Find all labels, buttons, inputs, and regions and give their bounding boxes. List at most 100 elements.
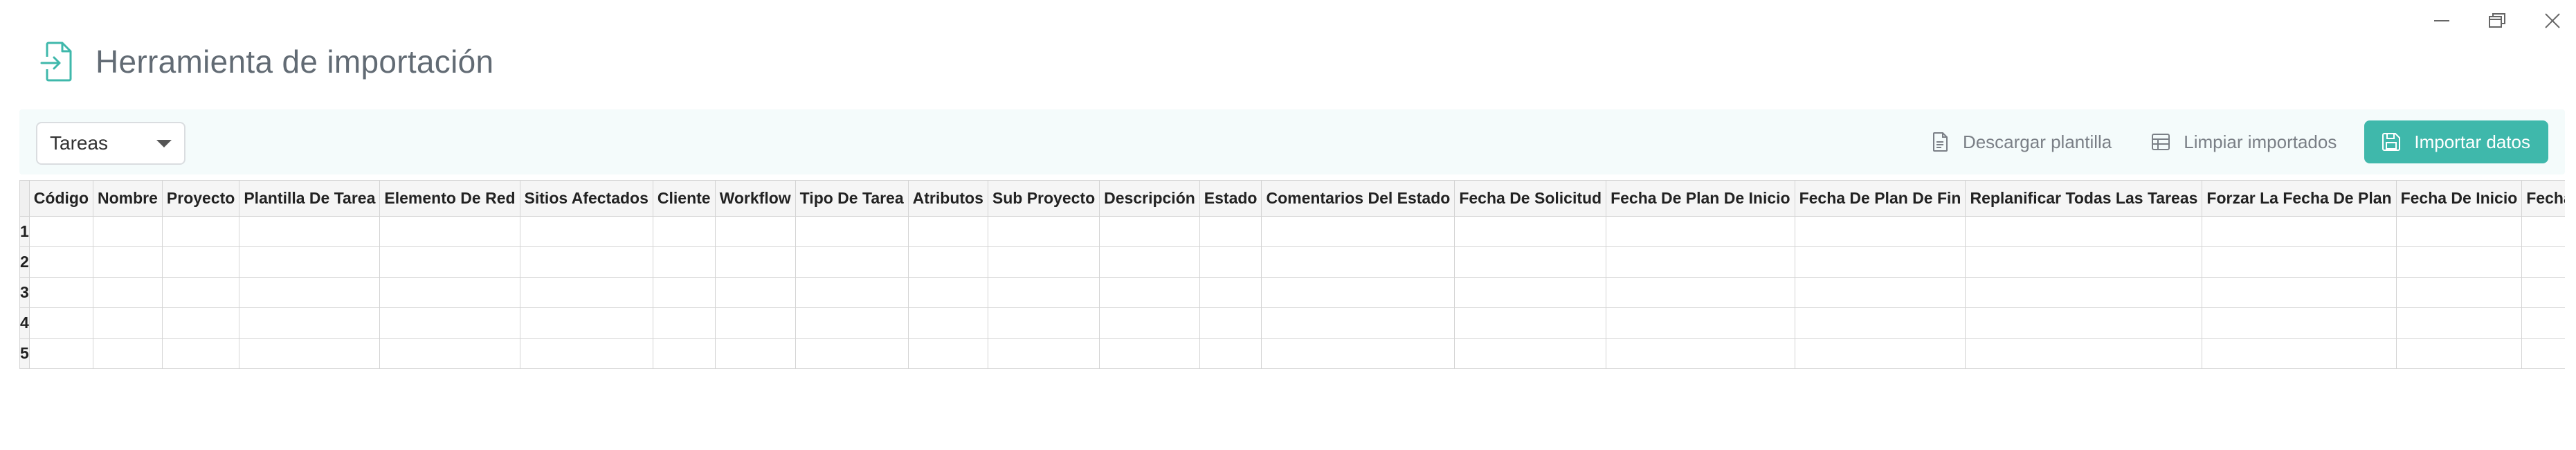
grid-cell[interactable] [987,338,1100,369]
grid-cell[interactable] [652,307,716,339]
grid-cell[interactable] [1099,277,1200,308]
grid-cell[interactable] [1454,216,1607,247]
grid-cell[interactable] [795,277,909,308]
column-header[interactable]: Elemento De Red [379,180,520,217]
grid-cell[interactable] [2395,338,2523,369]
close-button[interactable] [2534,7,2570,35]
grid-cell[interactable] [1965,338,2203,369]
grid-cell[interactable] [379,338,520,369]
grid-cell[interactable] [2395,216,2523,247]
column-header[interactable]: Fecha De Plan De Fin [1794,180,1966,217]
grid-cell[interactable] [93,338,163,369]
grid-cell[interactable] [161,338,240,369]
grid-cell[interactable] [1606,307,1795,339]
column-header[interactable]: Tipo De Tarea [795,180,909,217]
grid-cell[interactable] [714,307,796,339]
column-header[interactable]: Fecha De Inicio [2395,180,2523,217]
grid-cell[interactable] [519,307,653,339]
column-header[interactable]: Plantilla De Tarea [239,180,381,217]
grid-cell[interactable] [93,307,163,339]
grid-cell[interactable] [1794,246,1966,278]
grid-cell[interactable] [1199,246,1262,278]
grid-cell[interactable] [161,307,240,339]
column-header[interactable]: Estado [1199,180,1262,217]
grid-cell[interactable] [795,246,909,278]
row-header[interactable]: 1 [19,216,30,247]
corner-cell[interactable] [19,180,30,217]
grid-cell[interactable] [519,246,653,278]
grid-cell[interactable] [379,246,520,278]
grid-cell[interactable] [1794,216,1966,247]
grid-cell[interactable] [1261,338,1455,369]
column-header[interactable]: Replanificar Todas Las Tareas [1965,180,2203,217]
grid-cell[interactable] [1099,246,1200,278]
grid-cell[interactable] [519,277,653,308]
grid-cell[interactable] [1965,246,2203,278]
grid-cell[interactable] [2521,216,2565,247]
grid-cell[interactable] [714,277,796,308]
grid-cell[interactable] [2395,277,2523,308]
grid-cell[interactable] [907,277,988,308]
grid-cell[interactable] [1454,246,1607,278]
grid-cell[interactable] [1261,216,1455,247]
column-header[interactable]: Sub Proyecto [987,180,1100,217]
grid-cell[interactable] [1794,307,1966,339]
grid-cell[interactable] [1199,338,1262,369]
grid-cell[interactable] [28,246,94,278]
grid-cell[interactable] [1606,246,1795,278]
grid-cell[interactable] [2521,338,2565,369]
grid-cell[interactable] [1199,307,1262,339]
download-template-button[interactable]: Descargar plantilla [1919,120,2123,163]
grid-cell[interactable] [2521,246,2565,278]
grid-cell[interactable] [1261,277,1455,308]
grid-cell[interactable] [2202,216,2397,247]
grid-cell[interactable] [1606,216,1795,247]
column-header[interactable]: Fecha De Solicitud [1454,180,1607,217]
grid-cell[interactable] [652,277,716,308]
grid-cell[interactable] [239,216,381,247]
grid-cell[interactable] [714,246,796,278]
grid-cell[interactable] [1099,338,1200,369]
entity-type-select[interactable]: Tareas [36,122,185,165]
grid-cell[interactable] [1454,277,1607,308]
grid-cell[interactable] [2202,277,2397,308]
grid-cell[interactable] [1606,338,1795,369]
grid-cell[interactable] [1454,338,1607,369]
grid-cell[interactable] [2202,307,2397,339]
grid-cell[interactable] [1965,216,2203,247]
column-header[interactable]: Nombre [93,180,163,217]
grid-cell[interactable] [2202,338,2397,369]
grid-cell[interactable] [1794,338,1966,369]
grid-cell[interactable] [239,246,381,278]
row-header[interactable]: 5 [19,338,30,369]
clear-imported-button[interactable]: Limpiar importados [2139,120,2348,163]
grid-cell[interactable] [379,277,520,308]
grid-cell[interactable] [2521,307,2565,339]
grid-cell[interactable] [239,307,381,339]
grid-cell[interactable] [1794,277,1966,308]
row-header[interactable]: 3 [19,277,30,308]
grid-cell[interactable] [987,277,1100,308]
grid-cell[interactable] [652,216,716,247]
row-header[interactable]: 4 [19,307,30,339]
grid-cell[interactable] [2395,246,2523,278]
column-header[interactable]: Fecha De Plan De Inicio [1606,180,1795,217]
grid-cell[interactable] [907,307,988,339]
row-header[interactable]: 2 [19,246,30,278]
grid-cell[interactable] [28,307,94,339]
grid-cell[interactable] [93,246,163,278]
grid-cell[interactable] [239,277,381,308]
restore-button[interactable] [2479,7,2515,35]
grid-cell[interactable] [1965,277,2203,308]
column-header[interactable]: Fecha [2521,180,2565,217]
grid-cell[interactable] [93,216,163,247]
grid-cell[interactable] [652,338,716,369]
minimize-button[interactable] [2424,7,2460,35]
grid-cell[interactable] [28,277,94,308]
grid-cell[interactable] [987,307,1100,339]
grid-cell[interactable] [652,246,716,278]
grid-cell[interactable] [1454,307,1607,339]
grid-cell[interactable] [1099,307,1200,339]
grid-cell[interactable] [987,216,1100,247]
grid-cell[interactable] [519,338,653,369]
